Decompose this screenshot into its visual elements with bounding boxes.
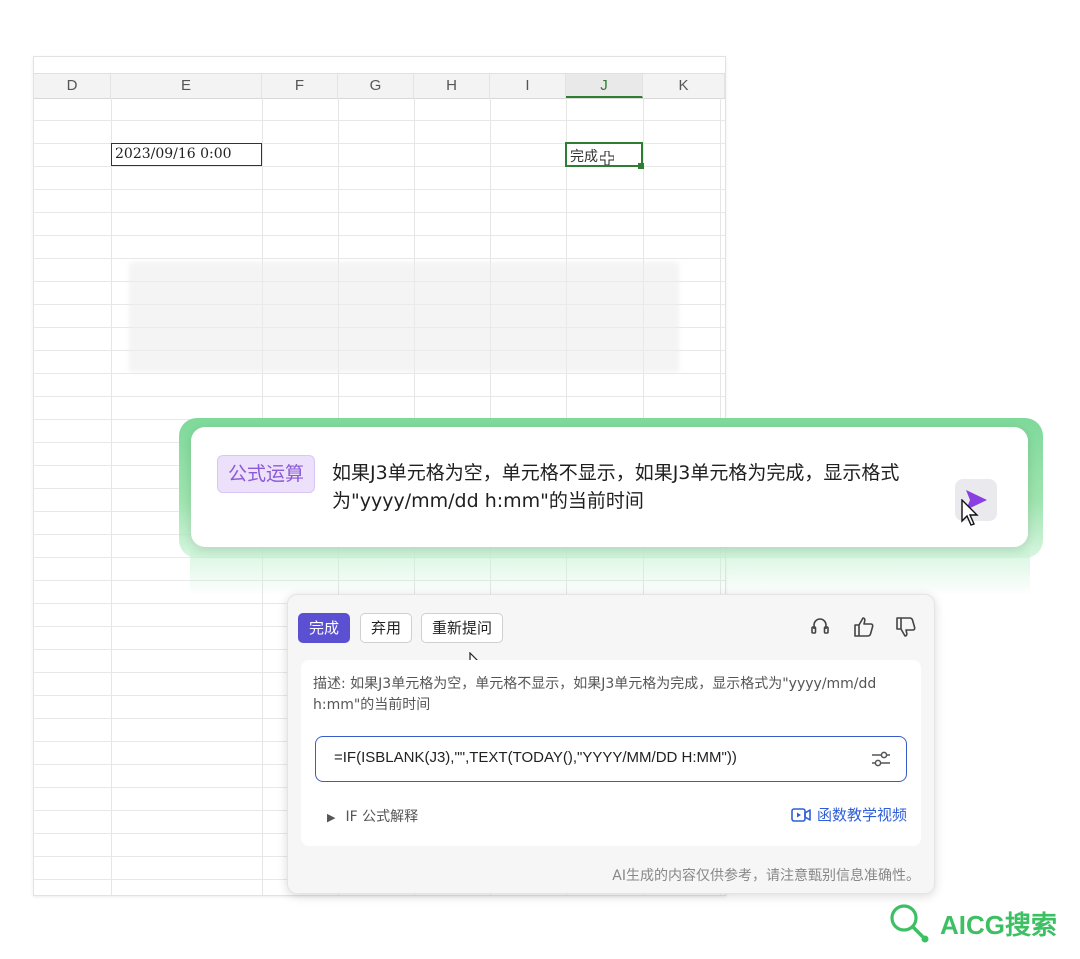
- cell-e3-date[interactable]: 2023/09/16 0:00: [111, 143, 262, 166]
- faded-background-overlay: [129, 262, 679, 372]
- cross-cursor-icon: [600, 151, 614, 165]
- column-header-e[interactable]: E: [111, 74, 262, 98]
- prompt-card: 公式运算 如果J3单元格为空，单元格不显示，如果J3单元格为完成，显示格式为"y…: [191, 427, 1028, 547]
- expand-triangle-icon: ▶: [327, 811, 336, 824]
- watermark-text: AICG搜索: [940, 909, 1058, 940]
- reask-button[interactable]: 重新提问: [421, 613, 504, 643]
- adjust-settings-icon[interactable]: [870, 749, 892, 769]
- result-content-card: 描述: 如果J3单元格为空，单元格不显示，如果J3单元格为完成，显示格式为"yy…: [301, 660, 921, 846]
- column-header-i[interactable]: I: [490, 74, 566, 98]
- column-header-f[interactable]: F: [262, 74, 338, 98]
- done-button[interactable]: 完成: [298, 613, 351, 643]
- ai-result-panel: 完成 弃用 重新提问 描述: 如果J3单元格为空，单元格不显示，如果J3单元格为…: [287, 594, 935, 894]
- discard-button[interactable]: 弃用: [360, 613, 413, 643]
- formula-explain-toggle[interactable]: ▶ IF 公式解释: [327, 806, 418, 826]
- watermark-logo: AICG搜索: [888, 902, 1057, 944]
- explain-label: IF 公式解释: [345, 809, 419, 825]
- column-header-g[interactable]: G: [338, 74, 414, 98]
- column-header-h[interactable]: H: [414, 74, 490, 98]
- column-header-k[interactable]: K: [643, 74, 725, 98]
- column-header-j[interactable]: J: [566, 74, 643, 98]
- feedback-icon[interactable]: [808, 615, 832, 639]
- thumbs-up-icon[interactable]: [852, 615, 876, 639]
- formula-text[interactable]: =IF(ISBLANK(J3),"",TEXT(TODAY(),"YYYY/MM…: [334, 749, 737, 766]
- search-magnifier-icon: [890, 904, 929, 943]
- description-text: 描述: 如果J3单元格为空，单元格不显示，如果J3单元格为完成，显示格式为"yy…: [313, 676, 877, 713]
- fill-handle[interactable]: [638, 163, 644, 169]
- column-header-d[interactable]: D: [34, 74, 111, 98]
- mouse-pointer-icon: [961, 499, 979, 526]
- prompt-input-text[interactable]: 如果J3单元格为空，单元格不显示，如果J3单元格为完成，显示格式为"yyyy/m…: [332, 459, 932, 515]
- column-header-row: D E F G H I J K: [34, 73, 725, 99]
- video-link-label: 函数教学视频: [816, 806, 907, 824]
- ai-disclaimer: AI生成的内容仅供参考，请注意甄别信息准确性。: [612, 868, 920, 884]
- video-icon: [791, 807, 811, 822]
- formula-field[interactable]: =IF(ISBLANK(J3),"",TEXT(TODAY(),"YYYY/MM…: [315, 736, 907, 782]
- thumbs-down-icon[interactable]: [894, 615, 918, 639]
- prompt-glow-fade: [190, 548, 1030, 596]
- formula-tag[interactable]: 公式运算: [217, 455, 316, 493]
- tutorial-video-link[interactable]: 函数教学视频: [791, 804, 907, 825]
